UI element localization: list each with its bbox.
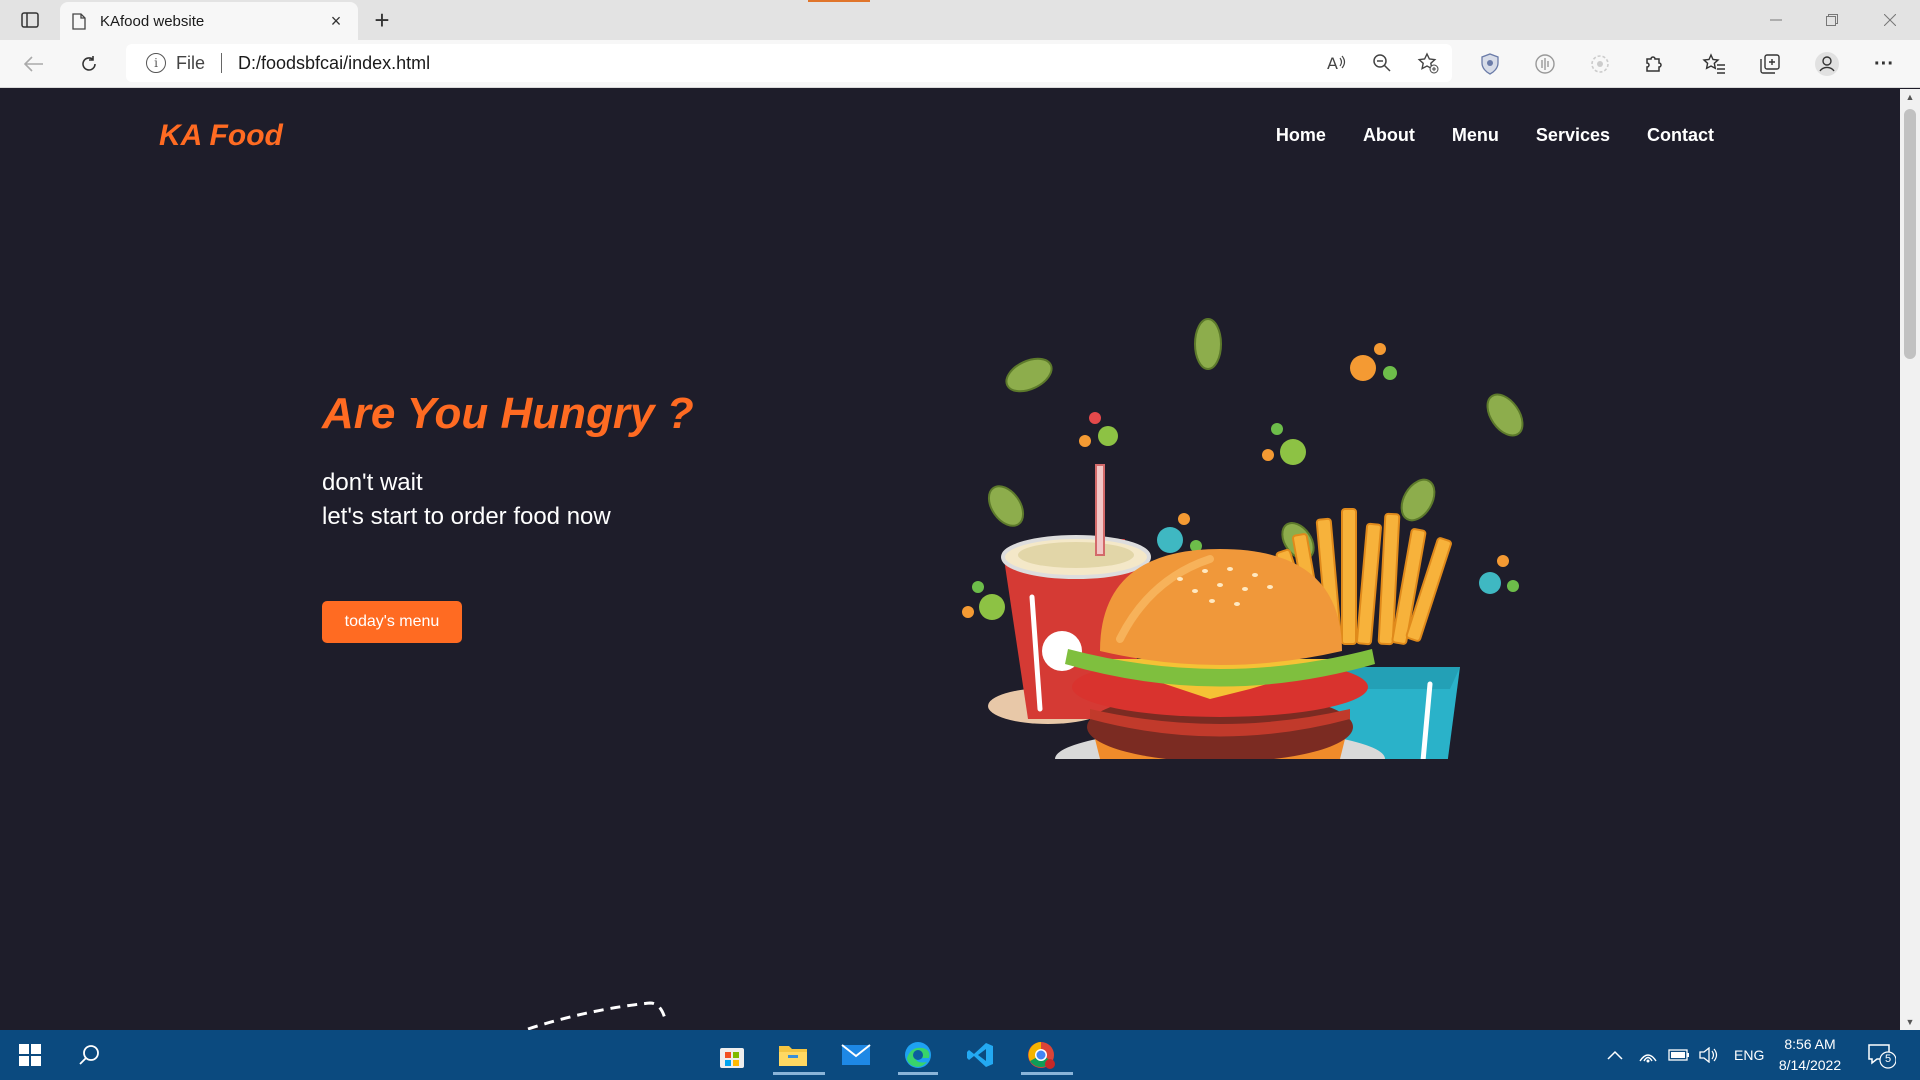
browser-tab-active[interactable]: KAfood website × (60, 2, 358, 40)
tab-actions-icon[interactable] (14, 8, 46, 32)
scroll-down-arrow-icon[interactable]: ▼ (1904, 1016, 1916, 1028)
tab-strip-accent (808, 0, 870, 2)
food-illustration (962, 318, 1524, 759)
profile-avatar-icon[interactable] (1813, 50, 1841, 78)
clock-date: 8/14/2022 (1778, 1057, 1842, 1073)
close-window-button[interactable] (1862, 0, 1918, 40)
nav-home[interactable]: Home (1276, 125, 1326, 146)
refresh-icon[interactable] (75, 50, 103, 78)
zoom-out-icon[interactable] (1368, 49, 1396, 77)
nav-services[interactable]: Services (1536, 125, 1610, 146)
collections-icon[interactable] (1756, 50, 1784, 78)
mail-icon[interactable] (836, 1035, 876, 1075)
scroll-thumb[interactable] (1904, 109, 1916, 359)
more-menu-icon[interactable]: ··· (1870, 50, 1898, 78)
shield-extension-icon[interactable] (1476, 50, 1504, 78)
wifi-icon[interactable] (1638, 1030, 1658, 1080)
show-hidden-icons-chevron-icon[interactable] (1607, 1030, 1623, 1080)
hero-subtitle: don't wait let's start to order food now (322, 466, 611, 534)
page-icon (72, 12, 86, 30)
clock-time: 8:56 AM (1784, 1036, 1836, 1052)
main-nav: Home About Menu Services Contact (1276, 125, 1714, 146)
windows-start-icon[interactable] (10, 1035, 50, 1075)
svg-text:A: A (1327, 54, 1338, 72)
favorite-add-icon[interactable] (1414, 49, 1442, 77)
address-bar[interactable]: i File D:/foodsbfcai/index.html A (126, 44, 1452, 82)
nav-about[interactable]: About (1363, 125, 1415, 146)
hero-line-2: let's start to order food now (322, 503, 611, 530)
page-viewport: KA Food Home About Menu Services Contact… (0, 89, 1900, 1030)
minimize-button[interactable] (1748, 0, 1804, 40)
back-arrow-icon[interactable] (20, 50, 48, 78)
notification-center-icon[interactable]: 5 (1866, 1040, 1897, 1070)
decorative-dashed-path (527, 1001, 668, 1030)
edge-browser-icon[interactable] (898, 1035, 938, 1075)
audio-extension-icon[interactable] (1531, 50, 1559, 78)
windows-taskbar: ENG 8:56 AM 8/14/2022 5 (0, 1030, 1920, 1080)
file-explorer-icon[interactable] (773, 1035, 825, 1075)
address-scheme: File (176, 52, 206, 73)
search-icon[interactable] (70, 1035, 110, 1075)
favorites-icon[interactable] (1700, 50, 1728, 78)
notification-count-badge: 5 (1884, 1053, 1892, 1065)
todays-menu-button[interactable]: today's menu (322, 601, 462, 643)
restore-button[interactable] (1804, 0, 1860, 40)
tab-close-icon[interactable]: × (326, 11, 346, 31)
read-aloud-icon[interactable]: A (1322, 49, 1350, 77)
scroll-up-arrow-icon[interactable]: ▲ (1904, 91, 1916, 103)
page-scrollbar[interactable]: ▲ ▼ (1900, 89, 1920, 1030)
microsoft-store-icon[interactable] (712, 1035, 752, 1075)
language-indicator[interactable]: ENG (1734, 1030, 1764, 1080)
system-clock[interactable]: 8:56 AM 8/14/2022 (1770, 1034, 1850, 1076)
site-logo[interactable]: KA Food (159, 119, 283, 153)
info-icon[interactable]: i (146, 53, 166, 73)
browser-tab-bar: KAfood website × + (0, 0, 1920, 40)
battery-icon[interactable] (1668, 1030, 1690, 1080)
address-separator (221, 53, 223, 73)
extensions-puzzle-icon[interactable] (1640, 50, 1668, 78)
hero-line-1: don't wait (322, 469, 423, 496)
address-url[interactable]: D:/foodsbfcai/index.html (238, 53, 430, 74)
browser-toolbar: i File D:/foodsbfcai/index.html A ··· (0, 40, 1920, 88)
nav-menu[interactable]: Menu (1452, 125, 1499, 146)
tab-title: KAfood website (100, 12, 205, 30)
nav-contact[interactable]: Contact (1647, 125, 1714, 146)
hero-title: Are You Hungry ? (322, 389, 694, 438)
new-tab-button[interactable]: + (368, 5, 396, 35)
chrome-icon[interactable] (1021, 1035, 1073, 1075)
vscode-icon[interactable] (960, 1035, 1000, 1075)
extension-gear-icon[interactable] (1586, 50, 1614, 78)
volume-icon[interactable] (1699, 1030, 1719, 1080)
